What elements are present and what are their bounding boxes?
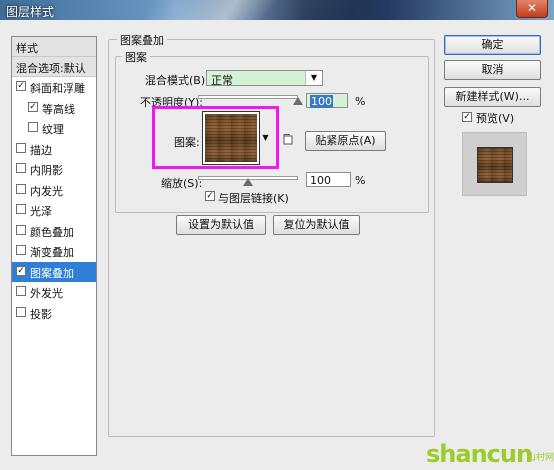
style-item-checkbox[interactable] <box>16 163 26 173</box>
chevron-down-icon: ▼ <box>305 71 322 85</box>
scale-input[interactable]: 100 <box>306 172 351 187</box>
scale-slider-thumb[interactable] <box>243 178 253 186</box>
link-with-layer-label: 与图层链接(K) <box>218 192 289 205</box>
scale-unit: % <box>355 174 366 187</box>
opacity-input[interactable]: 100 <box>306 93 348 108</box>
style-item-label: 光泽 <box>30 205 52 218</box>
style-item[interactable]: 光泽 <box>12 200 96 220</box>
title-bar-decoration <box>142 0 358 20</box>
make-default-button[interactable]: 设置为默认值 <box>176 215 266 235</box>
style-item[interactable]: 颜色叠加 <box>12 221 96 241</box>
style-list-header[interactable]: 样式 <box>12 37 96 57</box>
snap-to-origin-button[interactable]: 贴紧原点(A) <box>305 131 386 151</box>
style-item[interactable]: 图案叠加 <box>12 261 96 282</box>
ok-button[interactable]: 确定 <box>444 35 541 55</box>
pattern-overlay-title: 图案叠加 <box>117 32 167 48</box>
style-item[interactable]: 纹理 <box>12 118 96 138</box>
pattern-swatch[interactable] <box>202 111 260 165</box>
pattern-subgroup-title: 图案 <box>122 49 150 65</box>
style-item-label: 等高线 <box>42 102 75 116</box>
style-item[interactable]: 渐变叠加 <box>12 241 96 261</box>
cancel-button[interactable]: 取消 <box>444 60 541 80</box>
style-item-label: 斜面和浮雕 <box>30 82 85 95</box>
new-style-button[interactable]: 新建样式(W)... <box>444 87 541 107</box>
watermark: shancun 山村网 <box>426 440 554 470</box>
scale-label: 缩放(S): <box>161 177 203 190</box>
style-item-label: 外发光 <box>30 287 63 300</box>
style-item[interactable]: 描边 <box>12 139 96 159</box>
style-item-checkbox[interactable] <box>16 81 26 91</box>
style-item[interactable]: 投影 <box>12 303 96 323</box>
style-item-label: 内发光 <box>30 184 63 198</box>
pattern-dropdown-arrow-icon[interactable]: ▼ <box>261 112 270 164</box>
title-bar: 图层样式 ✕ <box>0 0 554 20</box>
style-item-checkbox[interactable] <box>16 265 26 276</box>
watermark-text: shancun <box>426 440 533 468</box>
style-item-label: 内阴影 <box>30 164 63 177</box>
blend-mode-select[interactable]: 正常 ▼ <box>206 70 323 87</box>
style-item[interactable]: 等高线 <box>12 98 96 118</box>
style-item[interactable]: 内发光 <box>12 180 96 200</box>
style-item-label: 渐变叠加 <box>30 246 74 259</box>
close-button[interactable]: ✕ <box>516 0 548 18</box>
style-item-label: 描边 <box>30 143 52 157</box>
opacity-slider-thumb[interactable] <box>293 97 303 105</box>
opacity-value: 100 <box>310 95 333 108</box>
style-item-checkbox[interactable] <box>16 142 26 153</box>
style-preview <box>462 132 527 196</box>
style-item-checkbox[interactable] <box>28 101 38 112</box>
opacity-slider-track[interactable] <box>198 95 298 99</box>
style-item-checkbox[interactable] <box>28 122 38 132</box>
style-list: 样式 混合选项:默认 斜面和浮雕等高线纹理描边内阴影内发光光泽颜色叠加渐变叠加图… <box>11 36 97 456</box>
preview-checkbox[interactable] <box>462 112 472 122</box>
preview-swatch <box>477 147 513 183</box>
style-item[interactable]: 斜面和浮雕 <box>12 77 96 97</box>
style-item-label: 纹理 <box>42 123 64 136</box>
opacity-unit: % <box>355 95 366 108</box>
reset-default-button[interactable]: 复位为默认值 <box>273 215 360 235</box>
style-item-label: 颜色叠加 <box>30 225 74 239</box>
blend-mode-label: 混合模式(B): <box>145 74 209 87</box>
blend-mode-value: 正常 <box>211 74 233 87</box>
window-title: 图层样式 <box>6 5 55 19</box>
layer-style-dialog: 样式 混合选项:默认 斜面和浮雕等高线纹理描边内阴影内发光光泽颜色叠加渐变叠加图… <box>0 20 554 468</box>
style-item[interactable]: 外发光 <box>12 282 96 302</box>
blend-options-item[interactable]: 混合选项:默认 <box>12 57 96 77</box>
style-item-checkbox[interactable] <box>16 306 26 317</box>
style-item-checkbox[interactable] <box>16 224 26 235</box>
link-with-layer-checkbox[interactable] <box>205 191 215 201</box>
pattern-label: 图案: <box>174 136 200 149</box>
style-item-label: 投影 <box>30 307 52 321</box>
preview-label: 预览(V) <box>476 112 515 125</box>
style-item-label: 图案叠加 <box>30 266 74 280</box>
new-preset-icon[interactable] <box>282 134 293 145</box>
style-item[interactable]: 内阴影 <box>12 159 96 179</box>
style-item-checkbox[interactable] <box>16 183 26 194</box>
style-item-checkbox[interactable] <box>16 286 26 296</box>
style-item-checkbox[interactable] <box>16 245 26 255</box>
style-item-checkbox[interactable] <box>16 204 26 214</box>
